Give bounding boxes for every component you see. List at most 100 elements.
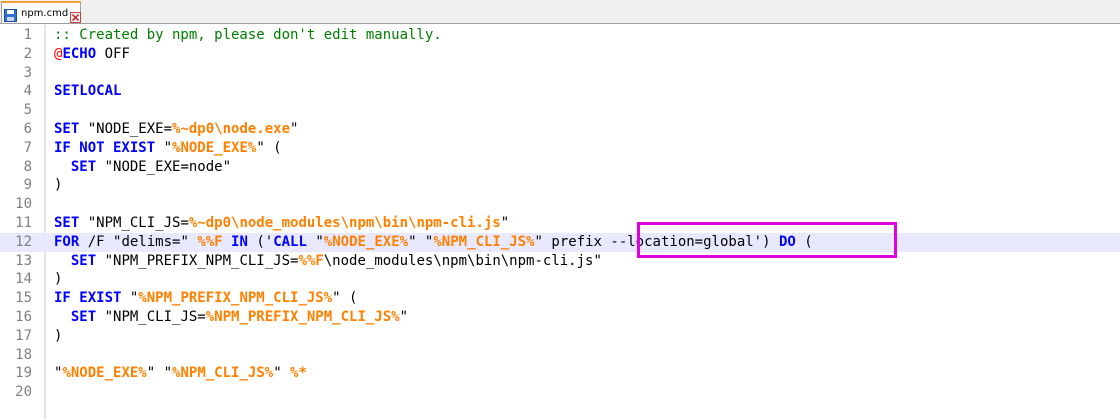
- line-number: 13: [15, 252, 32, 269]
- code-line[interactable]: 5: [0, 101, 1120, 120]
- tab-bar: npm.cmd: [0, 0, 1120, 24]
- code-token: ": [273, 365, 291, 382]
- code-line[interactable]: 19 "%NODE_EXE%" "%NPM_CLI_JS%" %*: [0, 364, 1120, 383]
- code-token: ": [290, 121, 299, 137]
- code-token: %%F: [298, 252, 324, 269]
- line-number: 5: [23, 102, 32, 119]
- line-number: 20: [15, 384, 32, 401]
- code-line[interactable]: 1:: Created by npm, please don't edit ma…: [0, 26, 1120, 45]
- code-line[interactable]: 13 SET "NPM_PREFIX_NPM_CLI_JS=%%F\node_m…: [0, 252, 1120, 271]
- tab-npm-cmd[interactable]: npm.cmd: [1, 1, 82, 23]
- line-number: 15: [15, 290, 32, 307]
- code-token: OFF: [96, 45, 130, 62]
- code-token: IN: [231, 233, 248, 250]
- code-line[interactable]: 14): [0, 270, 1120, 289]
- code-text: IF NOT EXIST "%NODE_EXE%" (: [54, 139, 282, 158]
- code-line[interactable]: 16 SET "NPM_CLI_JS=%NPM_PREFIX_NPM_CLI_J…: [0, 308, 1120, 327]
- code-token: ": [121, 290, 139, 307]
- tab-label: npm.cmd: [21, 7, 69, 19]
- line-number: 6: [23, 121, 32, 137]
- code-token: %NODE_EXE%: [172, 139, 257, 156]
- code-text: SET "NPM_CLI_JS=%~dp0\node_modules\npm\b…: [54, 214, 509, 233]
- line-number: 3: [23, 64, 32, 81]
- code-line[interactable]: 9): [0, 176, 1120, 195]
- code-text: ): [54, 270, 62, 289]
- code-token: %NODE_EXE%: [62, 365, 147, 382]
- code-token: "NPM_CLI_JS=: [96, 309, 206, 325]
- code-token: FOR: [54, 233, 80, 250]
- line-number: 10: [15, 196, 32, 213]
- code-token: \node_modules\npm\bin\npm-cli.js": [323, 252, 602, 269]
- line-number: 4: [23, 83, 32, 100]
- code-editor[interactable]: 1:: Created by npm, please don't edit ma…: [0, 25, 1120, 419]
- code-token: ): [54, 177, 63, 194]
- code-line[interactable]: 2 @ECHO OFF: [0, 45, 1120, 64]
- code-token: SET: [54, 215, 80, 231]
- code-text: @ECHO OFF: [54, 45, 130, 64]
- code-token: " (: [256, 139, 282, 156]
- line-number: 9: [23, 177, 32, 194]
- code-token: " ": [408, 233, 434, 250]
- code-token: ": [500, 215, 510, 231]
- code-token: :: Created by npm, please don't edit man…: [54, 27, 442, 43]
- code-line[interactable]: 17): [0, 327, 1120, 346]
- code-text: :: Created by npm, please don't edit man…: [54, 26, 442, 45]
- code-token: ): [54, 327, 63, 344]
- code-token: ): [54, 271, 63, 288]
- code-text: IF EXIST "%NPM_PREFIX_NPM_CLI_JS%" (: [54, 289, 357, 308]
- line-number: 16: [15, 309, 32, 325]
- code-token: "NODE_EXE=node": [96, 158, 232, 175]
- code-token: SET: [70, 309, 97, 325]
- code-line[interactable]: 7 IF NOT EXIST "%NODE_EXE%" (: [0, 139, 1120, 158]
- code-token: (': [247, 233, 274, 250]
- code-token: SET: [70, 252, 97, 269]
- line-number: 14: [15, 271, 32, 288]
- code-token: %NODE_EXE%: [323, 233, 409, 250]
- code-line[interactable]: 11 SET "NPM_CLI_JS=%~dp0\node_modules\npm…: [0, 214, 1120, 233]
- code-token: "NODE_EXE=: [79, 121, 173, 137]
- code-token: ": [399, 309, 409, 325]
- code-token: " ": [146, 365, 173, 382]
- code-token: %~dp0\node.exe: [172, 121, 291, 137]
- code-text: SETLOCAL: [54, 82, 121, 101]
- code-line[interactable]: 4 SETLOCAL: [0, 82, 1120, 101]
- code-text: SET "NODE_EXE=%~dp0\node.exe": [54, 120, 298, 139]
- code-token: SET: [54, 121, 80, 137]
- code-line[interactable]: 15 IF EXIST "%NPM_PREFIX_NPM_CLI_JS%" (: [0, 289, 1120, 308]
- code-token: "NPM_PREFIX_NPM_CLI_JS=: [96, 252, 299, 269]
- code-token: %*: [290, 365, 307, 382]
- line-number: 12: [15, 233, 32, 250]
- code-token: %~dp0\node_modules\npm\bin\npm-cli.js: [188, 215, 501, 231]
- code-text: ): [54, 327, 62, 346]
- code-token: IF EXIST: [54, 290, 122, 307]
- code-token: %NPM_PREFIX_NPM_CLI_JS%: [138, 290, 333, 307]
- code-text: SET "NODE_EXE=node": [54, 158, 231, 177]
- code-token: " (: [332, 290, 358, 307]
- save-icon: [4, 7, 17, 22]
- code-token: SETLOCAL: [54, 83, 122, 100]
- code-line[interactable]: 20: [0, 383, 1120, 402]
- code-line[interactable]: 18: [0, 346, 1120, 365]
- code-token: %NPM_CLI_JS%: [172, 365, 274, 382]
- code-token: CALL: [273, 233, 307, 250]
- code-token: /F "delims=": [79, 233, 198, 250]
- code-line[interactable]: 10: [0, 195, 1120, 214]
- line-number: 19: [15, 365, 32, 382]
- code-line[interactable]: 3: [0, 64, 1120, 83]
- code-line[interactable]: 8 SET "NODE_EXE=node": [0, 158, 1120, 177]
- close-icon[interactable]: [70, 8, 82, 23]
- code-text: SET "NPM_PREFIX_NPM_CLI_JS=%%F\node_modu…: [54, 252, 602, 271]
- code-token: SET: [70, 158, 97, 175]
- code-token: IF NOT EXIST: [54, 139, 156, 156]
- code-line[interactable]: 6 SET "NODE_EXE=%~dp0\node.exe": [0, 120, 1120, 139]
- code-token: "NPM_CLI_JS=: [79, 215, 189, 231]
- highlight-box: [637, 222, 897, 258]
- code-token: ": [155, 139, 173, 156]
- line-number: 11: [15, 215, 32, 231]
- code-token: %NPM_CLI_JS%: [433, 233, 535, 250]
- code-line[interactable]: 12 FOR /F "delims=" %%F IN ('CALL "%NODE_…: [0, 232, 1120, 252]
